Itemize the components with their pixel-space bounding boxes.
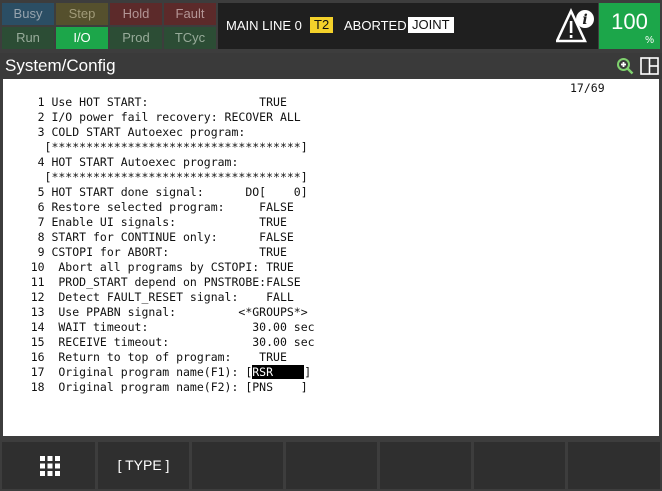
config-line[interactable]: 14 WAIT timeout: 30.00 sec [3, 320, 315, 334]
config-line[interactable]: [************************************] [3, 140, 308, 154]
softkey-f3[interactable] [286, 442, 377, 489]
fault-indicator: Fault [164, 3, 216, 25]
status-info-bar[interactable]: MAIN LINE 0 T2 ABORTED JOINT i [218, 3, 598, 49]
hold-indicator: Hold [110, 3, 162, 25]
page-indicator: 17/69 [570, 81, 605, 95]
override-unit: % [645, 35, 654, 46]
config-line[interactable]: 2 I/O power fail recovery: RECOVER ALL [3, 110, 301, 124]
config-line[interactable]: 7 Enable UI signals: TRUE [3, 215, 287, 229]
type-softkey[interactable]: [ TYPE ] [98, 442, 189, 489]
config-line[interactable]: 8 START for CONTINUE only: FALSE [3, 230, 294, 244]
line-suffix: ] [304, 365, 312, 379]
alarm-info-icon[interactable]: i [556, 7, 596, 45]
softkey-bar: [ TYPE ] [0, 438, 662, 491]
config-content-area: 17/69 1 Use HOT START: TRUE 2 I/O power … [3, 79, 659, 436]
config-line[interactable]: 5 HOT START done signal: DO[ 0] [3, 185, 308, 199]
config-line[interactable]: 12 Detect FAULT_RESET signal: FALL [3, 290, 294, 304]
busy-indicator: Busy [2, 3, 54, 25]
run-indicator: Run [2, 27, 54, 49]
page-title: System/Config [5, 56, 116, 75]
mode-badge: T2 [310, 17, 334, 33]
config-line[interactable]: [************************************] [3, 170, 308, 184]
config-line[interactable]: 10 Abort all programs by CSTOPI: TRUE [3, 260, 294, 274]
config-line[interactable]: 1 Use HOT START: TRUE [3, 95, 287, 109]
io-indicator: I/O [56, 27, 108, 49]
program-line-status: MAIN LINE 0 [226, 18, 302, 33]
cursor-field[interactable]: RSR [252, 365, 305, 379]
config-line[interactable]: 16 Return to top of program: TRUE [3, 350, 287, 364]
override-value: 100 [611, 9, 648, 34]
config-line[interactable]: 15 RECEIVE timeout: 30.00 sec [3, 335, 315, 349]
config-line-selected[interactable]: 17 Original program name(F1): [RSR] [3, 365, 311, 379]
menu-button[interactable] [2, 442, 95, 489]
config-line[interactable]: 4 HOT START Autoexec program: [3, 155, 239, 169]
speed-override[interactable]: 100 % [599, 3, 660, 49]
status-indicator-grid: Busy Step Hold Fault Run I/O Prod TCyc [2, 3, 217, 49]
split-screen-icon[interactable] [640, 57, 659, 75]
screen-title-bar: System/Config [0, 53, 662, 79]
coordinate-mode-badge: JOINT [408, 17, 454, 33]
config-line[interactable]: 6 Restore selected program: FALSE [3, 200, 294, 214]
next-softkey[interactable] [568, 442, 660, 489]
softkey-f2[interactable] [192, 442, 283, 489]
config-line[interactable]: 13 Use PPABN signal: <*GROUPS*> [3, 305, 308, 319]
prod-indicator: Prod [110, 27, 162, 49]
config-line[interactable]: 3 COLD START Autoexec program: [3, 125, 246, 139]
grid-menu-icon [40, 456, 60, 476]
step-indicator: Step [56, 3, 108, 25]
execution-state: ABORTED [344, 18, 407, 33]
config-line[interactable]: 11 PROD_START depend on PNSTROBE:FALSE [3, 275, 301, 289]
tcyc-indicator: TCyc [164, 27, 216, 49]
softkey-f5[interactable] [474, 442, 565, 489]
svg-text:i: i [582, 12, 587, 28]
config-line[interactable]: 9 CSTOPI for ABORT: TRUE [3, 245, 287, 259]
softkey-f4[interactable] [380, 442, 471, 489]
line-prefix: 17 Original program name(F1): [ [3, 365, 253, 379]
zoom-in-icon[interactable] [616, 57, 634, 75]
teach-pendant-screen: Busy Step Hold Fault Run I/O Prod TCyc M… [0, 0, 662, 491]
config-line[interactable]: 18 Original program name(F2): [PNS ] [3, 380, 308, 394]
